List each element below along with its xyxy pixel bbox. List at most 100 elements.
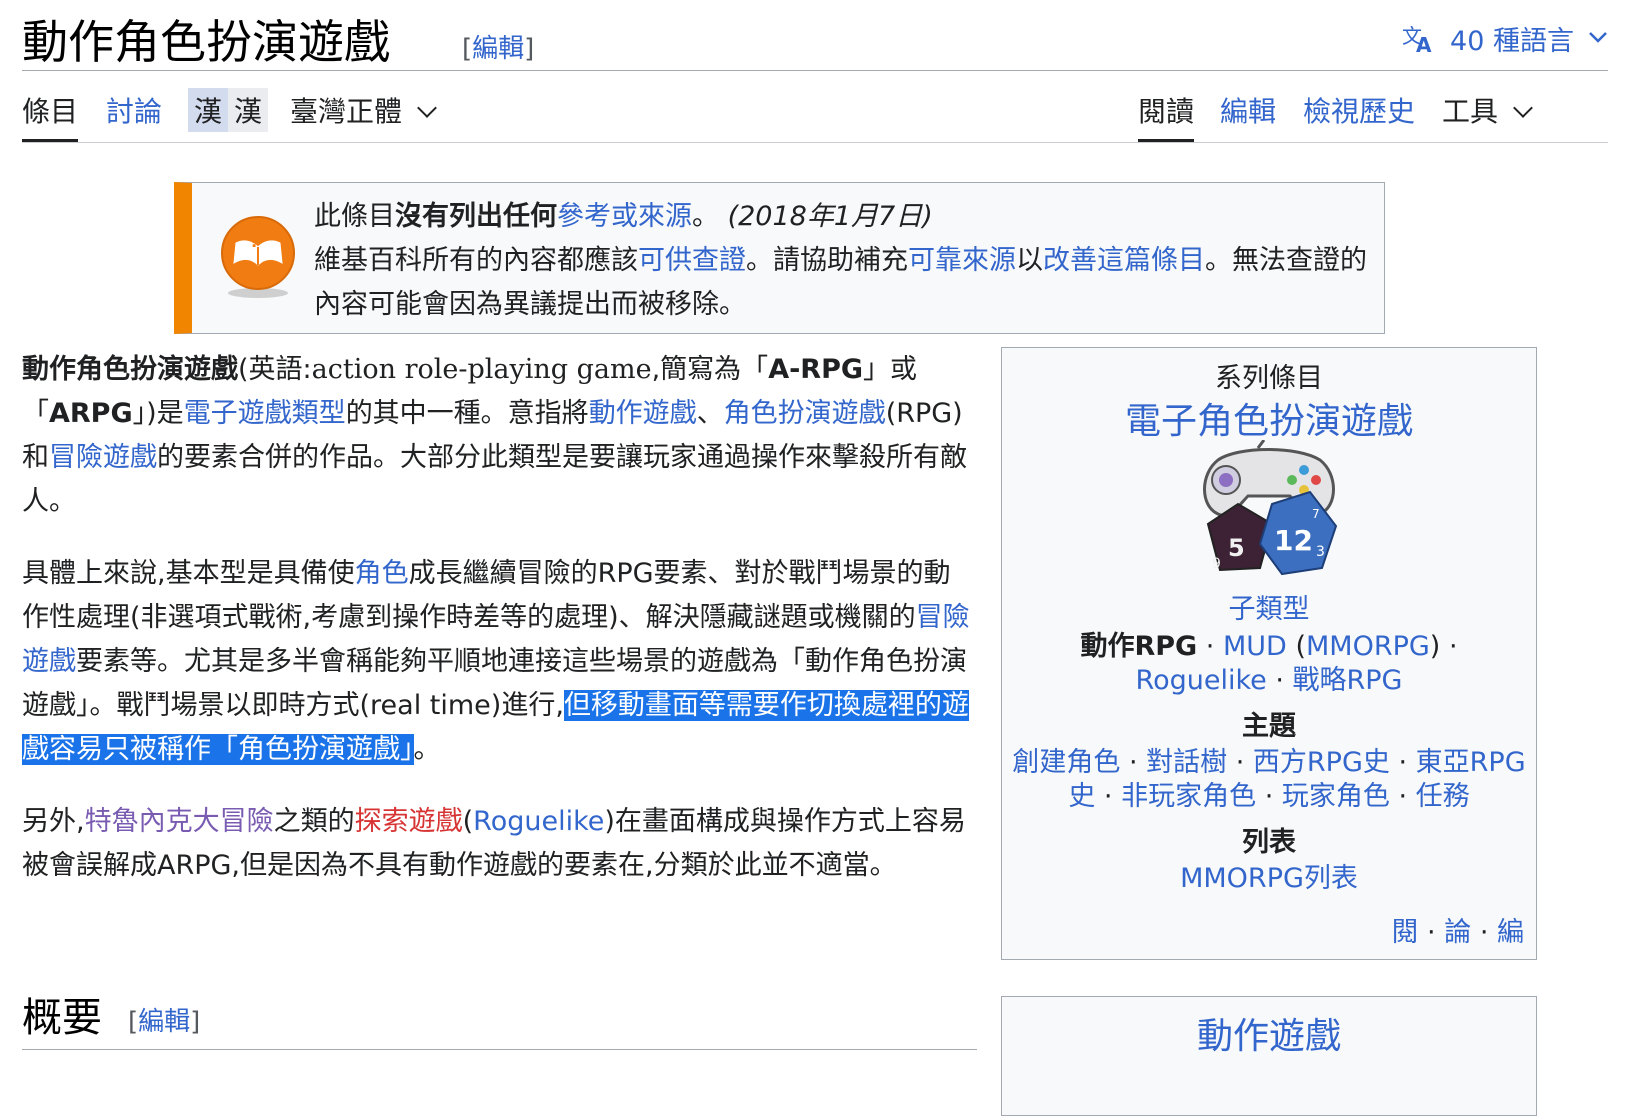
navbox-view-link[interactable]: 閱: [1391, 917, 1418, 948]
paragraph-2: 具體上來說,基本型是具備使角色成長繼續冒險的RPG要素、對於戰鬥場景的動作性處理…: [22, 552, 977, 772]
separator: ·: [1398, 781, 1408, 812]
notice-date: (2018年1月7日): [727, 201, 933, 232]
title-edit-section: [編輯]: [462, 28, 534, 65]
hanzi-toggle-b[interactable]: 漢: [228, 88, 269, 132]
text: 」)是: [132, 398, 184, 429]
chevron-down-icon: [1588, 31, 1608, 45]
link-torneko[interactable]: 特魯內克大冒險: [85, 806, 274, 837]
list-mmorpg[interactable]: MMORPG列表: [1180, 863, 1358, 894]
separator: ·: [1264, 781, 1274, 812]
tabs-bar: 條目 討論 漢漢 臺灣正體 閱讀 編輯 檢視歷史 工具: [22, 78, 1608, 143]
navbox-talk-link[interactable]: 論: [1444, 917, 1471, 948]
improve-article-link[interactable]: 改善這篇條目: [1043, 245, 1205, 276]
text: 、: [696, 398, 724, 429]
tab-edit[interactable]: 編輯: [1220, 90, 1276, 142]
book-question-icon: ?: [218, 213, 298, 301]
tab-article[interactable]: 條目: [22, 90, 79, 142]
subgenres-heading-link[interactable]: 子類型: [1229, 594, 1310, 625]
bold-term: 動作角色扮演遊戲: [22, 354, 238, 385]
variant-label: 臺灣正體: [290, 95, 403, 128]
article-body: 動作角色扮演遊戲(英語:action role-playing game,簡寫為…: [22, 348, 977, 916]
topic-player-character[interactable]: 玩家角色: [1282, 781, 1390, 812]
navbox2-title-link[interactable]: 動作遊戲: [1002, 1007, 1536, 1059]
bold-abbrev: A-RPG: [768, 354, 864, 385]
title-edit-link[interactable]: 編輯: [472, 34, 524, 64]
separator: ·: [1128, 747, 1138, 778]
topics-heading: 主題: [1242, 711, 1296, 742]
paragraph-1: 動作角色扮演遊戲(英語:action role-playing game,簡寫為…: [22, 348, 977, 524]
chevron-down-icon: [417, 98, 437, 118]
subgenre-strategy-rpg[interactable]: 戰略RPG: [1293, 665, 1403, 696]
tab-history[interactable]: 檢視歷史: [1303, 90, 1415, 142]
svg-text:A: A: [1416, 33, 1432, 53]
variant-dropdown[interactable]: 臺灣正體: [290, 90, 437, 142]
topics-list: 創建角色 · 對話樹 · 西方RPG史 · 東亞RPG史 · 非玩家角色 · 玩…: [1012, 746, 1526, 814]
separator: ·: [1103, 781, 1113, 812]
bracket-open: [: [128, 1007, 139, 1037]
paren-close: ): [1429, 631, 1441, 662]
references-link[interactable]: 參考或來源: [557, 201, 692, 232]
topic-npc[interactable]: 非玩家角色: [1121, 781, 1256, 812]
svg-text:?: ?: [250, 232, 259, 251]
section-edit-link[interactable]: 編輯: [138, 1007, 190, 1037]
topic-quest[interactable]: 任務: [1416, 781, 1470, 812]
lists-list: MMORPG列表: [1012, 862, 1526, 896]
notice-text: 此條目沒有列出任何參考或來源。 (2018年1月7日) 維基百科所有的內容都應該…: [314, 195, 1379, 327]
link-exploration-game[interactable]: 探索遊戲: [355, 806, 463, 837]
link-video-game-genre[interactable]: 電子遊戲類型: [184, 398, 346, 429]
text: (英語:: [238, 354, 312, 385]
separator: ·: [1448, 631, 1458, 662]
notice-text-2c: 以: [1016, 245, 1043, 276]
subgenres-heading-row: 子類型: [1012, 593, 1526, 627]
text: (: [462, 806, 474, 837]
notice-text-1b: 沒有列出任何: [395, 201, 557, 232]
navbox-series-label: 系列條目: [1215, 363, 1323, 394]
verifiability-link[interactable]: 可供查證: [638, 245, 746, 276]
text: 。: [413, 734, 441, 765]
action-games-navbox: 動作遊戲: [1001, 996, 1537, 1116]
subgenre-mmorpg[interactable]: MMORPG: [1306, 631, 1430, 662]
section-heading-overview: 概要 [編輯]: [22, 985, 977, 1050]
svg-text:7: 7: [1312, 507, 1320, 521]
title-bar: 動作角色扮演遊戲 [編輯] 文 A 40 種語言: [22, 0, 1608, 71]
link-roguelike[interactable]: Roguelike: [473, 806, 604, 837]
reliable-sources-link[interactable]: 可靠來源: [908, 245, 1016, 276]
link-rpg[interactable]: 角色扮演遊戲: [724, 398, 886, 429]
bold-abbrev: ARPG: [49, 398, 133, 429]
page-title: 動作角色扮演遊戲: [22, 15, 390, 69]
bracket-close: ]: [190, 1007, 201, 1037]
tab-talk[interactable]: 討論: [106, 90, 162, 142]
subgenre-action-rpg: 動作RPG: [1080, 631, 1198, 662]
subgenre-mud[interactable]: MUD: [1223, 631, 1287, 662]
notice-text-1: 此條目: [314, 201, 395, 232]
navbox-edit-link[interactable]: 編: [1497, 917, 1524, 948]
subgenre-roguelike[interactable]: Roguelike: [1136, 665, 1267, 696]
section-title: 概要: [22, 995, 102, 1041]
topic-character-creation[interactable]: 創建角色: [1012, 747, 1120, 778]
hanzi-toggle-a[interactable]: 漢: [188, 88, 229, 132]
tools-dropdown[interactable]: 工具: [1442, 90, 1533, 142]
gamepad-dice-icon: 5 9 12 3 7: [1198, 439, 1340, 580]
link-adventure-game[interactable]: 冒險遊戲: [49, 442, 157, 473]
separator: ·: [1235, 747, 1245, 778]
paren-open: (: [1295, 631, 1306, 662]
navbox-title-link[interactable]: 電子角色扮演遊戲: [1002, 392, 1536, 444]
notice-text-1-end: 。: [692, 201, 719, 232]
language-button[interactable]: 文 A 40 種語言: [1402, 16, 1608, 60]
chevron-down-icon: [1513, 98, 1533, 118]
link-character[interactable]: 角色: [355, 558, 409, 589]
topic-dialogue-tree[interactable]: 對話樹: [1146, 747, 1227, 778]
text: 的要素合併的作品。大部分此類型是要讓玩家通過操作來擊殺所有敵人。: [22, 442, 967, 517]
language-count: 40 種語言: [1450, 25, 1574, 57]
subgenres-list: 動作RPG · MUD (MMORPG) · Roguelike · 戰略RPG: [1012, 630, 1526, 698]
english-term: action role-playing game: [311, 354, 652, 385]
hanzi-toggle[interactable]: 漢漢: [188, 88, 269, 132]
tab-read[interactable]: 閱讀: [1138, 90, 1195, 142]
series-navbox: 系列條目 電子角色扮演遊戲 5 9 12 3 7 子類型 動作RPG · MUD…: [1001, 347, 1537, 960]
link-action-game[interactable]: 動作遊戲: [589, 398, 697, 429]
svg-text:5: 5: [1228, 534, 1245, 562]
text: ,簡寫為「: [651, 354, 769, 385]
notice-text-2b: 。請協助補充: [746, 245, 908, 276]
topic-western-rpg-history[interactable]: 西方RPG史: [1253, 747, 1390, 778]
bracket-close: ]: [524, 34, 535, 64]
